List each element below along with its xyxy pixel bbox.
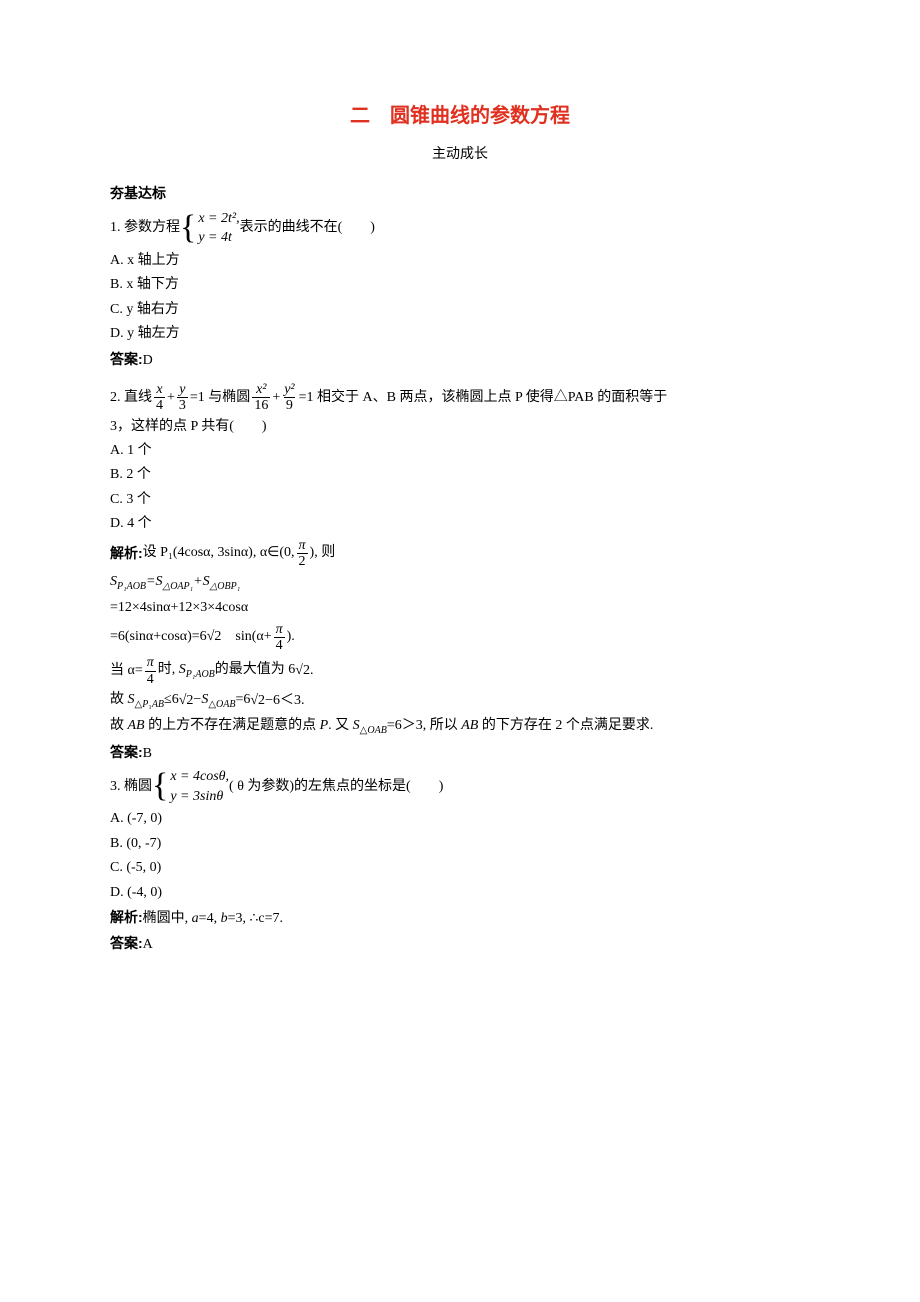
q2-stem-line1: 2. 直线 x 4 + y 3 =1 与椭圆 x² 16 + y² 9 =1 相… [110, 382, 810, 414]
text: 故 S△P₁AB≤6 [110, 689, 179, 713]
q1-option-d: D. y 轴左方 [110, 323, 810, 345]
q1-answer-line: 答案:D [110, 348, 810, 372]
q1-stem-tail: 表示的曲线不在( ) [240, 217, 375, 239]
q3-answer: A [143, 937, 153, 952]
frac-den: 9 [284, 397, 295, 413]
sqrt: √2 [295, 660, 310, 682]
q3-stem: 3. 椭圆 { x = 4cosθ, y = 3sinθ ( θ 为参数)的左焦… [110, 767, 810, 806]
page-subtitle: 主动成长 [110, 142, 810, 164]
sqrt: √2 [207, 626, 222, 648]
q1-system: { x = 2t², y = 4t [180, 209, 240, 248]
answer-label: 答案: [110, 935, 143, 951]
fraction: x 4 [154, 382, 165, 414]
frac-den: 2 [297, 553, 308, 569]
solution-label: 解析: [110, 542, 143, 564]
q2-solution-line7: 故 AB 的上方不存在满足题意的点 P. 又 S△OAB=6＞3, 所以 AB … [110, 715, 810, 739]
text: . [310, 660, 314, 682]
frac-den: 3 [177, 397, 188, 413]
q3-option-d: D. (-4, 0) [110, 882, 810, 904]
text: 当 α= [110, 660, 143, 682]
fraction: y 3 [177, 382, 188, 414]
q2-option-c: C. 3 个 [110, 489, 810, 511]
page: 二 圆锥曲线的参数方程 主动成长 夯基达标 1. 参数方程 { x = 2t²,… [0, 0, 920, 1302]
q1-stem-lead: 1. 参数方程 [110, 217, 180, 239]
q1-stem: 1. 参数方程 { x = 2t², y = 4t 表示的曲线不在( ) [110, 209, 810, 248]
q1-sys-line2: y = 4t [198, 228, 239, 248]
q2-solution-line3: =12×4sinα+12×3×4cosα [110, 597, 810, 619]
q1-answer: D [143, 353, 153, 368]
section-heading: 夯基达标 [110, 182, 810, 204]
brace-icon: { [180, 213, 196, 244]
frac-num: y² [282, 382, 296, 397]
q2-solution-line2: SP₁AOB=S△OAP₁+S△OBP₁ [110, 571, 810, 595]
q1-option-b: B. x 轴下方 [110, 274, 810, 296]
solution-label: 解析: [110, 909, 143, 925]
q3-system: { x = 4cosθ, y = 3sinθ [152, 767, 229, 806]
text: −S△OAB=6 [193, 689, 250, 713]
frac-num: y [177, 382, 187, 397]
frac-num: π [274, 622, 285, 637]
q3-answer-line: 答案:A [110, 932, 810, 956]
q3-option-a: A. (-7, 0) [110, 808, 810, 830]
text: ). [287, 626, 295, 648]
q2-option-d: D. 4 个 [110, 513, 810, 535]
frac-den: 4 [154, 397, 165, 413]
q3-stem-tail: ( θ 为参数)的左焦点的坐标是( ) [229, 776, 443, 798]
frac-num: π [145, 655, 156, 670]
fraction: x² 16 [252, 382, 270, 414]
q2-solution-line6: 故 S△P₁AB≤6 √2 −S△OAB=6 √2 −6＜3. [110, 689, 810, 713]
q2-answer-line: 答案:B [110, 741, 810, 765]
q3-stem-lead: 3. 椭圆 [110, 776, 152, 798]
frac-den: 4 [274, 637, 285, 653]
plus: + [272, 387, 280, 409]
q2-solution-line5: 当 α= π 4 时, SP₁AOB的最大值为 6 √2 . [110, 655, 810, 687]
q3-option-c: C. (-5, 0) [110, 857, 810, 879]
text: sin(α+ [221, 626, 271, 648]
q3-solution-line: 解析:椭圆中, a=4, b=3, ∴c=7. [110, 906, 810, 930]
q2-lead: 2. 直线 [110, 387, 152, 409]
brace-icon: { [152, 771, 168, 802]
plus: + [167, 387, 175, 409]
answer-label: 答案: [110, 744, 143, 760]
text: =6(sinα+cosα)=6 [110, 626, 207, 648]
q3-sys-line2: y = 3sinθ [170, 787, 229, 807]
fraction: π 2 [297, 538, 308, 570]
text: 时, SP₁AOB的最大值为 6 [158, 659, 296, 683]
frac-den: 4 [145, 671, 156, 687]
q3-solution: 椭圆中, a=4, b=3, ∴c=7. [143, 911, 283, 926]
frac-num: π [297, 538, 308, 553]
answer-label: 答案: [110, 351, 143, 367]
text: ), 则 [310, 542, 336, 564]
q2-option-a: A. 1 个 [110, 440, 810, 462]
q3-option-b: B. (0, -7) [110, 833, 810, 855]
sqrt: √2 [179, 690, 194, 712]
sqrt: √2 [250, 690, 265, 712]
q1-option-a: A. x 轴上方 [110, 250, 810, 272]
page-title: 二 圆锥曲线的参数方程 [110, 100, 810, 132]
q1-sys-line1: x = 2t², [198, 209, 239, 229]
q1-option-c: C. y 轴右方 [110, 299, 810, 321]
q2-solution-line4: =6(sinα+cosα)=6 √2 sin(α+ π 4 ). [110, 622, 810, 654]
fraction: y² 9 [282, 382, 296, 414]
text: =1 相交于 A、B 两点，该椭圆上点 P 使得△PAB 的面积等于 [299, 387, 668, 409]
q2-stem-line2: 3，这样的点 P 共有( ) [110, 416, 810, 438]
fraction: π 4 [145, 655, 156, 687]
text: 设 P₁(4cosα, 3sinα), α∈(0, [143, 542, 295, 564]
text: =1 与椭圆 [190, 387, 250, 409]
frac-num: x² [254, 382, 268, 397]
frac-num: x [154, 382, 164, 397]
fraction: π 4 [274, 622, 285, 654]
q2-option-b: B. 2 个 [110, 464, 810, 486]
q2-solution-line1: 解析: 设 P₁(4cosα, 3sinα), α∈(0, π 2 ), 则 [110, 538, 810, 570]
q2-answer: B [143, 746, 152, 761]
q3-sys-line1: x = 4cosθ, [170, 767, 229, 787]
text: −6＜3. [265, 690, 304, 712]
frac-den: 16 [252, 397, 270, 413]
